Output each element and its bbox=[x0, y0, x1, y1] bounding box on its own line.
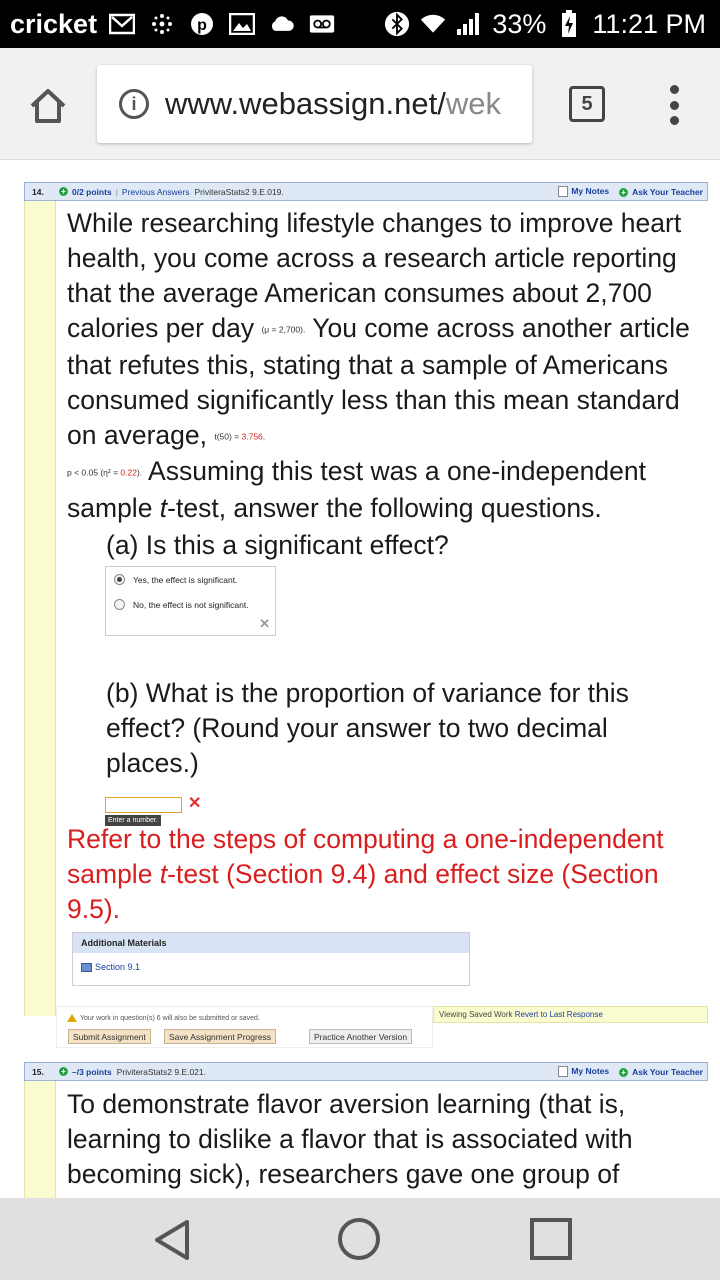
question-id: PriviteraStats2 9.E.019. bbox=[194, 186, 284, 197]
question-15-header: 15. + –/3 points PriviteraStats2 9.E.021… bbox=[24, 1062, 708, 1081]
gmail-icon bbox=[109, 13, 136, 35]
clock: 11:21 PM bbox=[592, 8, 706, 39]
wifi-icon bbox=[420, 13, 446, 35]
plus-icon: + bbox=[619, 187, 629, 197]
notes-icon bbox=[558, 1066, 569, 1078]
recent-apps-button[interactable] bbox=[530, 1218, 572, 1260]
tab-switcher-button[interactable]: 5 bbox=[569, 86, 605, 122]
page-content: 14. + 0/2 points | Previous Answers Priv… bbox=[0, 160, 720, 1198]
home-nav-button[interactable] bbox=[338, 1218, 380, 1260]
ask-teacher-link[interactable]: + Ask Your Teacher bbox=[619, 1067, 703, 1077]
image-icon bbox=[229, 13, 256, 35]
option-yes-label: Yes, the effect is significant. bbox=[133, 574, 238, 585]
svg-text:p: p bbox=[197, 17, 207, 34]
revert-link[interactable]: Revert to Last Response bbox=[515, 1010, 603, 1019]
part-a-prompt: (a) Is this a significant effect? bbox=[106, 530, 449, 560]
warning-icon bbox=[67, 1014, 77, 1022]
question-actions: My Notes + Ask Your Teacher bbox=[558, 186, 707, 198]
battery-percent: 33% bbox=[492, 8, 547, 39]
wrong-answer-icon: ✕ bbox=[188, 795, 202, 812]
slack-icon bbox=[149, 13, 175, 35]
carrier-name: cricket bbox=[10, 8, 98, 39]
question-15-text: To demonstrate flavor aversion learning … bbox=[67, 1089, 633, 1189]
home-icon bbox=[30, 89, 66, 123]
question-14-sidebar bbox=[24, 199, 56, 1016]
incorrect-icon: ✕ bbox=[259, 616, 270, 631]
pinterest-icon: p bbox=[189, 13, 215, 35]
ask-teacher-link[interactable]: + Ask Your Teacher bbox=[619, 187, 703, 197]
expand-icon[interactable]: + bbox=[59, 1067, 68, 1076]
question-actions: My Notes + Ask Your Teacher bbox=[558, 1066, 707, 1078]
previous-answers-link[interactable]: Previous Answers bbox=[122, 187, 190, 197]
submit-assignment-button[interactable]: Submit Assignment bbox=[68, 1029, 151, 1044]
notification-icons: p bbox=[109, 13, 335, 35]
submission-panel: Your work in question(s) 6 will also be … bbox=[56, 1006, 433, 1048]
part-b-prompt: (b) What is the proportion of variance f… bbox=[106, 678, 629, 778]
section-link[interactable]: Section 9.1 bbox=[73, 953, 469, 981]
android-nav-bar bbox=[0, 1198, 720, 1280]
additional-materials-heading: Additional Materials bbox=[73, 933, 469, 953]
question-number: 15. bbox=[32, 1066, 44, 1077]
variance-answer-input[interactable] bbox=[105, 797, 182, 813]
question-15-sidebar bbox=[24, 1081, 56, 1198]
bluetooth-icon bbox=[384, 11, 410, 37]
notes-icon bbox=[558, 186, 569, 198]
viewing-saved-label: Viewing Saved Work bbox=[439, 1010, 513, 1019]
info-icon[interactable]: i bbox=[119, 89, 149, 119]
my-notes-link[interactable]: My Notes bbox=[558, 1066, 609, 1078]
voicemail-icon bbox=[309, 13, 335, 35]
significance-radio-group: Yes, the effect is significant. No, the … bbox=[105, 566, 276, 636]
save-progress-button[interactable]: Save Assignment Progress bbox=[164, 1029, 277, 1044]
system-status: 33% 11:21 PM bbox=[384, 9, 706, 40]
expand-icon[interactable]: + bbox=[59, 187, 68, 196]
question-14-text: While researching lifestyle changes to i… bbox=[67, 208, 690, 523]
overflow-menu-button[interactable] bbox=[664, 81, 684, 129]
back-icon bbox=[155, 1220, 189, 1260]
additional-materials-panel: Additional Materials Section 9.1 bbox=[72, 932, 470, 986]
status-bar: cricket p 33% 11:21 PM bbox=[0, 0, 720, 48]
feedback-text: Refer to the steps of computing a one-in… bbox=[67, 824, 664, 924]
radio-yes[interactable] bbox=[114, 574, 125, 585]
question-points: 0/2 points bbox=[72, 186, 112, 197]
battery-charging-icon bbox=[556, 10, 582, 37]
question-id: PriviteraStats2 9.E.021. bbox=[116, 1066, 206, 1077]
url-bar[interactable]: i www.webassign.net/wek bbox=[97, 65, 532, 143]
question-points: –/3 points bbox=[72, 1066, 112, 1077]
signal-icon bbox=[456, 13, 482, 35]
option-no-label: No, the effect is not significant. bbox=[133, 599, 249, 610]
option-no[interactable]: No, the effect is not significant. bbox=[114, 599, 249, 610]
question-14-header: 14. + 0/2 points | Previous Answers Priv… bbox=[24, 182, 708, 201]
separator: | bbox=[115, 186, 118, 197]
browser-toolbar: i www.webassign.net/wek 5 bbox=[0, 48, 720, 160]
viewing-saved-work-bar: Viewing Saved Work Revert to Last Respon… bbox=[433, 1006, 708, 1023]
home-button[interactable] bbox=[28, 86, 68, 126]
url-text: www.webassign.net/wek bbox=[165, 86, 502, 121]
submit-warning: Your work in question(s) 6 will also be … bbox=[67, 1014, 260, 1022]
my-notes-link[interactable]: My Notes bbox=[558, 186, 609, 198]
radio-no[interactable] bbox=[114, 599, 125, 610]
practice-another-version-button[interactable]: Practice Another Version bbox=[309, 1029, 413, 1044]
cloud-icon bbox=[269, 13, 295, 35]
back-button[interactable] bbox=[152, 1218, 192, 1267]
plus-icon: + bbox=[619, 1067, 629, 1077]
book-icon bbox=[81, 962, 92, 972]
option-yes[interactable]: Yes, the effect is significant. bbox=[114, 574, 237, 585]
question-number: 14. bbox=[32, 186, 44, 197]
